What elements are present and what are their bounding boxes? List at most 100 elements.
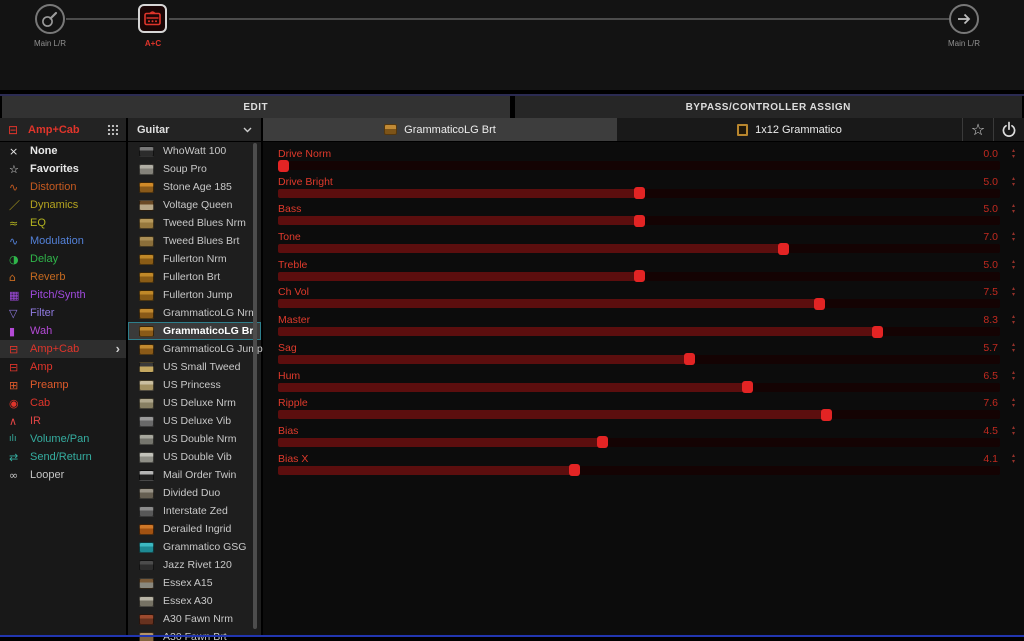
sidebar-item-dynamics[interactable]: ／Dynamics bbox=[0, 196, 126, 214]
param-stepper[interactable]: ▴▾ bbox=[1012, 370, 1015, 382]
sidebar-item-looper[interactable]: ∞Looper bbox=[0, 466, 126, 484]
sidebar-item-favorites[interactable]: ☆Favorites bbox=[0, 160, 126, 178]
sidebar-item-none[interactable]: ×None bbox=[0, 142, 126, 160]
model-item-fullerton-brt[interactable]: Fullerton Brt bbox=[128, 268, 261, 286]
param-value[interactable]: 4.5 bbox=[983, 425, 998, 437]
param-slider-track[interactable] bbox=[278, 383, 1000, 392]
param-value[interactable]: 5.0 bbox=[983, 203, 998, 215]
model-item-essex-a30[interactable]: Essex A30 bbox=[128, 592, 261, 610]
sidebar-item-send-return[interactable]: ⇄Send/Return bbox=[0, 448, 126, 466]
model-list-scrollbar[interactable] bbox=[253, 143, 257, 629]
param-slider-thumb[interactable] bbox=[597, 436, 608, 448]
cab-model-button[interactable]: 1x12 Grammatico bbox=[617, 118, 962, 141]
param-slider-thumb[interactable] bbox=[569, 464, 580, 476]
param-stepper[interactable]: ▴▾ bbox=[1012, 176, 1015, 188]
param-slider-thumb[interactable] bbox=[778, 243, 789, 255]
param-slider-track[interactable] bbox=[278, 161, 1000, 170]
model-item-grammaticolg-brt[interactable]: GrammaticoLG Brt bbox=[128, 322, 261, 340]
param-value[interactable]: 7.6 bbox=[983, 397, 998, 409]
sidebar-item-distortion[interactable]: ∿Distortion bbox=[0, 178, 126, 196]
amp-model-button[interactable]: GrammaticoLG Brt bbox=[263, 118, 617, 141]
sidebar-item-amp-cab[interactable]: ⊟Amp+Cab› bbox=[0, 340, 126, 358]
param-slider-thumb[interactable] bbox=[634, 187, 645, 199]
sidebar-item-pitch-synth[interactable]: ▦Pitch/Synth bbox=[0, 286, 126, 304]
sidebar-item-preamp[interactable]: ⊞Preamp bbox=[0, 376, 126, 394]
param-stepper[interactable]: ▴▾ bbox=[1012, 231, 1015, 243]
model-item-jazz-rivet-120[interactable]: Jazz Rivet 120 bbox=[128, 556, 261, 574]
param-slider-thumb[interactable] bbox=[278, 160, 289, 172]
model-item-us-double-vib[interactable]: US Double Vib bbox=[128, 448, 261, 466]
model-item-mail-order-twin[interactable]: Mail Order Twin bbox=[128, 466, 261, 484]
model-item-a30-fawn-nrm[interactable]: A30 Fawn Nrm bbox=[128, 610, 261, 628]
param-slider-thumb[interactable] bbox=[634, 270, 645, 282]
model-item-divided-duo[interactable]: Divided Duo bbox=[128, 484, 261, 502]
sidebar-item-ir[interactable]: ∧IR bbox=[0, 412, 126, 430]
model-item-us-small-tweed[interactable]: US Small Tweed bbox=[128, 358, 261, 376]
param-slider-track[interactable] bbox=[278, 244, 1000, 253]
sidebar-item-wah[interactable]: ▮Wah bbox=[0, 322, 126, 340]
sidebar-item-delay[interactable]: ◑Delay bbox=[0, 250, 126, 268]
param-slider-track[interactable] bbox=[278, 466, 1000, 475]
param-slider-thumb[interactable] bbox=[684, 353, 695, 365]
param-slider-thumb[interactable] bbox=[814, 298, 825, 310]
param-value[interactable]: 5.0 bbox=[983, 176, 998, 188]
param-stepper[interactable]: ▴▾ bbox=[1012, 148, 1015, 160]
model-item-stone-age-185[interactable]: Stone Age 185 bbox=[128, 178, 261, 196]
sidebar-item-eq[interactable]: ≈EQ bbox=[0, 214, 126, 232]
param-value[interactable]: 5.0 bbox=[983, 259, 998, 271]
sidebar-item-cab[interactable]: ◉Cab bbox=[0, 394, 126, 412]
param-stepper[interactable]: ▴▾ bbox=[1012, 203, 1015, 215]
param-stepper[interactable]: ▴▾ bbox=[1012, 259, 1015, 271]
model-item-derailed-ingrid[interactable]: Derailed Ingrid bbox=[128, 520, 261, 538]
model-item-tweed-blues-brt[interactable]: Tweed Blues Brt bbox=[128, 232, 261, 250]
model-item-essex-a15[interactable]: Essex A15 bbox=[128, 574, 261, 592]
param-slider-track[interactable] bbox=[278, 410, 1000, 419]
param-stepper[interactable]: ▴▾ bbox=[1012, 453, 1015, 465]
sidebar-item-volume-pan[interactable]: ılıVolume/Pan bbox=[0, 430, 126, 448]
param-value[interactable]: 0.0 bbox=[983, 148, 998, 160]
param-slider-thumb[interactable] bbox=[872, 326, 883, 338]
param-slider-track[interactable] bbox=[278, 299, 1000, 308]
amp-cab-block[interactable] bbox=[138, 4, 167, 33]
param-slider-thumb[interactable] bbox=[634, 215, 645, 227]
model-item-grammaticolg-jump[interactable]: GrammaticoLG Jump bbox=[128, 340, 261, 358]
param-slider-track[interactable] bbox=[278, 355, 1000, 364]
param-slider-thumb[interactable] bbox=[742, 381, 753, 393]
param-stepper[interactable]: ▴▾ bbox=[1012, 397, 1015, 409]
param-slider-thumb[interactable] bbox=[821, 409, 832, 421]
sidebar-item-filter[interactable]: ▽Filter bbox=[0, 304, 126, 322]
model-item-interstate-zed[interactable]: Interstate Zed bbox=[128, 502, 261, 520]
param-value[interactable]: 7.0 bbox=[983, 231, 998, 243]
model-item-grammatico-gsg[interactable]: Grammatico GSG bbox=[128, 538, 261, 556]
param-value[interactable]: 6.5 bbox=[983, 370, 998, 382]
bypass-power-button[interactable] bbox=[993, 118, 1024, 141]
param-stepper[interactable]: ▴▾ bbox=[1012, 425, 1015, 437]
model-item-us-deluxe-vib[interactable]: US Deluxe Vib bbox=[128, 412, 261, 430]
tab-edit[interactable]: EDIT bbox=[2, 96, 510, 118]
grid-view-icon[interactable] bbox=[107, 124, 118, 135]
category-dropdown[interactable]: Guitar bbox=[128, 118, 261, 142]
sidebar-item-modulation[interactable]: ∿Modulation bbox=[0, 232, 126, 250]
model-item-whowatt-100[interactable]: WhoWatt 100 bbox=[128, 142, 261, 160]
param-slider-track[interactable] bbox=[278, 327, 1000, 336]
tab-bypass-controller-assign[interactable]: BYPASS/CONTROLLER ASSIGN bbox=[515, 96, 1023, 118]
input-node[interactable] bbox=[35, 4, 65, 34]
model-item-us-double-nrm[interactable]: US Double Nrm bbox=[128, 430, 261, 448]
param-slider-track[interactable] bbox=[278, 438, 1000, 447]
param-stepper[interactable]: ▴▾ bbox=[1012, 314, 1015, 326]
model-item-tweed-blues-nrm[interactable]: Tweed Blues Nrm bbox=[128, 214, 261, 232]
param-value[interactable]: 8.3 bbox=[983, 314, 998, 326]
param-value[interactable]: 4.1 bbox=[983, 453, 998, 465]
model-item-us-deluxe-nrm[interactable]: US Deluxe Nrm bbox=[128, 394, 261, 412]
model-item-voltage-queen[interactable]: Voltage Queen bbox=[128, 196, 261, 214]
favorite-button[interactable]: ☆ bbox=[962, 118, 993, 141]
model-item-fullerton-nrm[interactable]: Fullerton Nrm bbox=[128, 250, 261, 268]
param-value[interactable]: 5.7 bbox=[983, 342, 998, 354]
param-stepper[interactable]: ▴▾ bbox=[1012, 342, 1015, 354]
param-stepper[interactable]: ▴▾ bbox=[1012, 286, 1015, 298]
param-value[interactable]: 7.5 bbox=[983, 286, 998, 298]
model-item-us-princess[interactable]: US Princess bbox=[128, 376, 261, 394]
sidebar-item-amp[interactable]: ⊟Amp bbox=[0, 358, 126, 376]
model-item-fullerton-jump[interactable]: Fullerton Jump bbox=[128, 286, 261, 304]
sidebar-item-reverb[interactable]: ⌂Reverb bbox=[0, 268, 126, 286]
